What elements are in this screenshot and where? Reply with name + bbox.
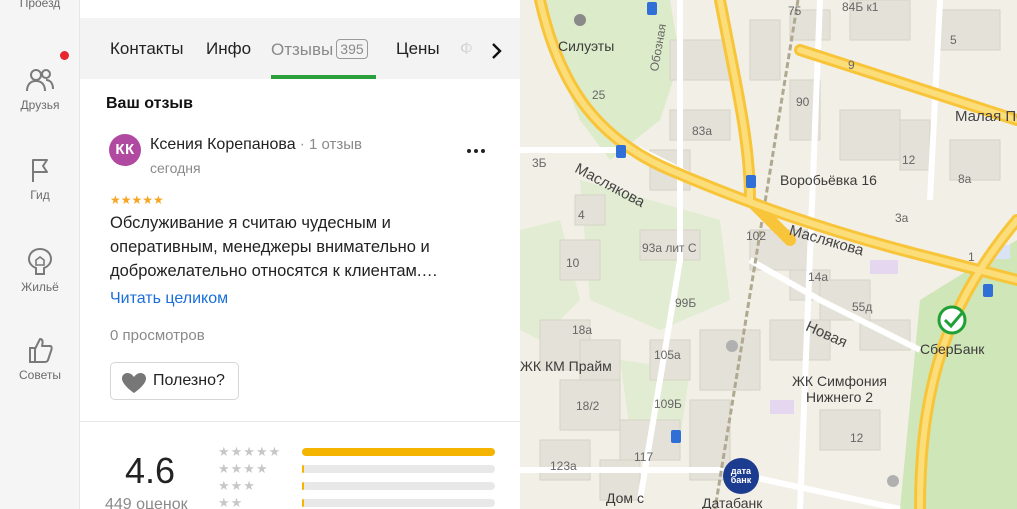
- heart-icon: [122, 373, 146, 393]
- map-label-house: 83а: [692, 124, 713, 138]
- map-label-house: 105а: [654, 348, 681, 362]
- review-stars: ★★★★★: [110, 193, 164, 207]
- dist-stars: ★★★: [218, 478, 256, 493]
- map-label-house: 12: [902, 153, 916, 167]
- map-label-house: 12: [850, 431, 864, 445]
- map-label-zhk-simfonia-2[interactable]: Нижнего 2: [806, 389, 873, 405]
- place-panel: Контакты Инфо Отзывы395 Цены Ф Ваш отзыв…: [80, 0, 520, 509]
- thumbs-up-icon: [29, 338, 53, 363]
- your-review-title: Ваш отзыв: [106, 95, 193, 112]
- dist-stars: ★★★★: [218, 461, 269, 476]
- rail-item-friends-label: Друзья: [20, 98, 60, 112]
- map-label-house: 99Б: [675, 296, 697, 310]
- section-divider: [80, 421, 520, 422]
- map-label-house: 10: [566, 256, 580, 270]
- rail-item-friends[interactable]: Друзья: [0, 66, 80, 112]
- useful-button[interactable]: Полезно?: [110, 362, 239, 400]
- review-date: сегодня: [150, 160, 201, 176]
- map-label-house: 1: [968, 250, 975, 264]
- home-icon: [27, 247, 53, 275]
- tab-reviews[interactable]: Отзывы 395: [271, 39, 368, 60]
- tab-reviews-label: Отзывы: [271, 40, 334, 59]
- tab-info[interactable]: Инфо: [206, 39, 251, 59]
- tab-fade-mask: [456, 18, 486, 79]
- map-label-house: 75: [788, 4, 802, 18]
- rail-item-tips[interactable]: Советы: [0, 336, 80, 382]
- map-label-house: 8а: [958, 172, 972, 186]
- tab-bar: Контакты Инфо Отзывы395 Цены Ф: [80, 18, 520, 79]
- map-label-house: 18/2: [576, 399, 600, 413]
- map-label-house: 84Б к1: [842, 0, 879, 14]
- rail-item-route[interactable]: Проезд: [0, 0, 80, 10]
- tab-prices[interactable]: Цены: [396, 39, 440, 59]
- rail-item-route-label: Проезд: [19, 0, 61, 10]
- dist-stars: ★★: [218, 495, 244, 509]
- read-more-link[interactable]: Читать целиком: [110, 290, 228, 308]
- map-label-zhk-simfonia-1[interactable]: ЖК Симфония: [792, 373, 887, 389]
- notification-dot: [60, 51, 69, 60]
- active-tab-indicator: [271, 75, 376, 79]
- map-label-house: 14а: [808, 270, 829, 284]
- rating-value: 4.6: [125, 450, 176, 491]
- rail-item-guide-label: Гид: [30, 188, 50, 202]
- map-label-house: 55д: [852, 300, 873, 314]
- map-label-house: 3а: [895, 211, 909, 225]
- rating-count: 449 оценок: [105, 496, 188, 509]
- flag-icon: [32, 159, 48, 182]
- dist-track: [302, 465, 495, 473]
- map-label-vorobyevka[interactable]: Воробьёвка 16: [780, 172, 877, 188]
- tab-reviews-count: 395: [336, 39, 368, 59]
- map-label-databank[interactable]: Датабанк: [702, 495, 762, 509]
- useful-label: Полезно?: [153, 372, 225, 389]
- map-label-house: 5: [950, 33, 957, 47]
- map-label-house: 25: [592, 88, 606, 102]
- rail-item-tips-label: Советы: [19, 368, 61, 382]
- map-label-house: 90: [796, 95, 810, 109]
- author-separator: ·: [299, 136, 305, 153]
- map-label-house: 109Б: [654, 397, 682, 411]
- dist-fill: [302, 482, 304, 490]
- dist-fill: [302, 448, 495, 456]
- map-label-zhk-km[interactable]: ЖК КМ Прайм: [520, 358, 612, 374]
- dist-track: [302, 448, 495, 456]
- map-label-house: 4: [578, 208, 585, 222]
- map-label-house: 18а: [572, 323, 593, 337]
- dist-stars: ★★★★★: [218, 444, 282, 459]
- map-label-dom: Дом с: [606, 490, 644, 506]
- map[interactable]: Силуэты Обозная Маслякова Маслякова Воро…: [520, 0, 1017, 509]
- map-label-house: 102: [746, 229, 767, 243]
- chevron-right-icon[interactable]: [484, 39, 508, 63]
- databank-logo: дата банк: [730, 466, 752, 485]
- review-author: Ксения Корепанова · 1 отзыв: [150, 136, 362, 154]
- left-rail: Проезд Друзья Гид Жильё Советы: [0, 0, 80, 509]
- dist-fill: [302, 499, 304, 507]
- rail-item-housing[interactable]: Жильё: [0, 246, 80, 294]
- map-label-house: 117: [634, 450, 654, 464]
- rail-item-housing-label: Жильё: [21, 280, 59, 294]
- dist-track: [302, 482, 495, 490]
- map-label-siluety[interactable]: Силуэты: [558, 38, 614, 54]
- dist-track: [302, 499, 495, 507]
- rail-item-guide[interactable]: Гид: [0, 156, 80, 202]
- more-options-icon[interactable]: [464, 140, 488, 162]
- author-name[interactable]: Ксения Корепанова: [150, 136, 296, 153]
- map-label-house: 9: [848, 58, 855, 72]
- tab-contacts[interactable]: Контакты: [110, 39, 183, 59]
- map-label-house: 3Б: [532, 156, 547, 170]
- map-label-house: 123а: [550, 459, 577, 473]
- avatar[interactable]: КК: [109, 134, 141, 166]
- map-canvas: [520, 0, 1017, 509]
- friends-icon: [26, 69, 54, 92]
- views-count: 0 просмотров: [110, 327, 205, 344]
- author-review-count: 1 отзыв: [308, 136, 362, 153]
- dist-fill: [302, 465, 304, 473]
- map-label-house: 93а лит С: [642, 241, 697, 255]
- map-label-sberbank[interactable]: СберБанк: [920, 341, 984, 357]
- map-label-malaya: Малая Пе: [955, 108, 1017, 125]
- review-text: Обслуживание я считаю чудесным и операти…: [110, 214, 438, 280]
